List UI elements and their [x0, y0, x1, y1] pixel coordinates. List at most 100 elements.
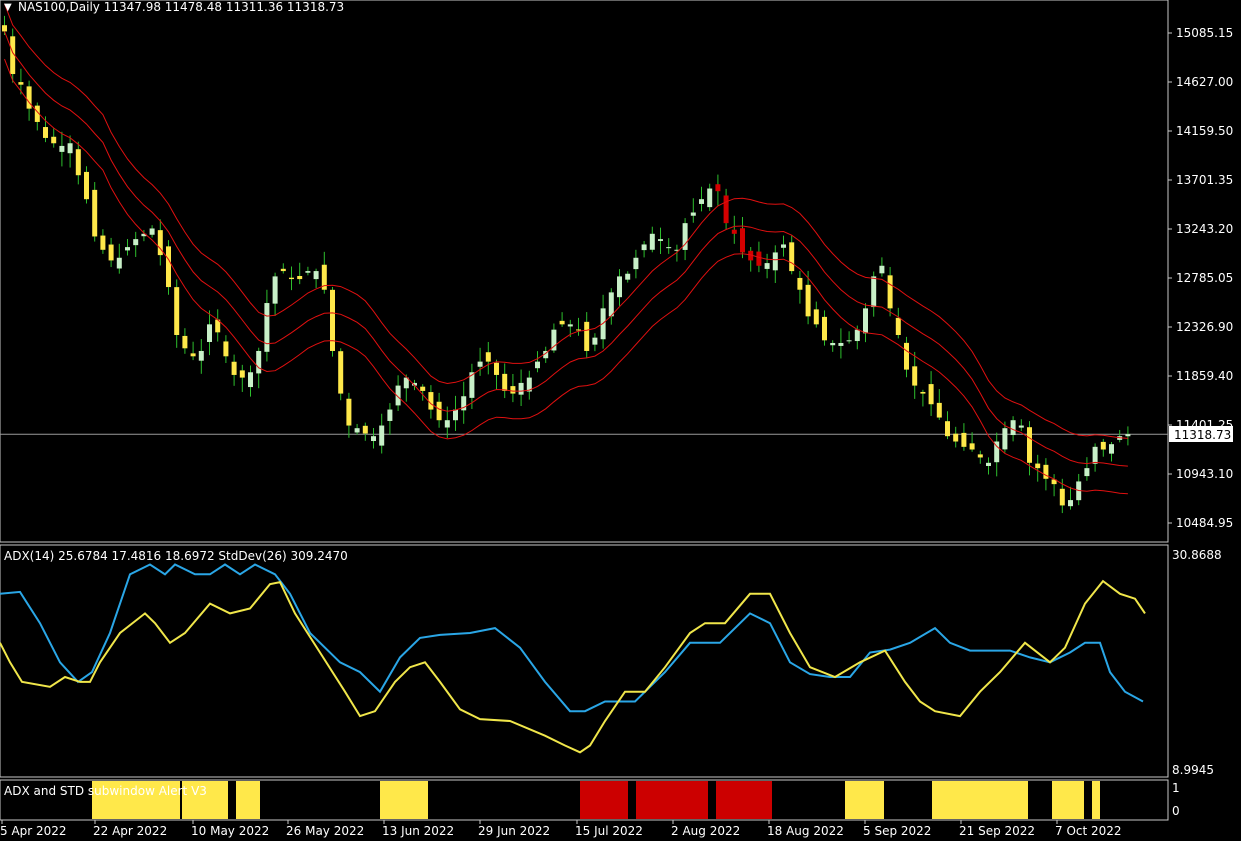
price-tick-label: 13701.35 — [1176, 173, 1233, 187]
envelope-upper — [4, 3, 1128, 439]
envelope-lower — [4, 58, 1128, 495]
candle-body — [592, 337, 598, 345]
candle-body — [781, 244, 786, 248]
candle-body — [1002, 428, 1008, 450]
dropdown-triangle-icon[interactable]: ▼ — [4, 2, 12, 13]
candle-body — [863, 308, 868, 334]
candle-body — [920, 391, 926, 394]
price-tick-label: 14159.50 — [1176, 124, 1233, 138]
candle-body — [608, 292, 614, 317]
candle-body — [133, 239, 139, 246]
candle-body — [928, 384, 934, 405]
candle-body — [830, 342, 836, 346]
price-tick-label: 14627.00 — [1176, 75, 1233, 89]
candle-body — [1068, 500, 1073, 507]
candle-body — [1027, 427, 1032, 463]
candle-body — [248, 372, 253, 388]
candle-body — [75, 149, 81, 176]
date-tick-label: 18 Aug 2022 — [767, 824, 844, 838]
candle-body — [871, 276, 877, 308]
candle-body — [838, 342, 844, 346]
chart-canvas[interactable]: ▼ NAS100,Daily 11347.98 11478.48 11311.3… — [0, 0, 1241, 841]
candle-body — [961, 432, 967, 447]
candle-body — [174, 287, 180, 335]
candle-body — [567, 324, 573, 327]
candle-body — [535, 361, 540, 369]
alert-block-yellow — [1092, 781, 1100, 819]
price-tick-label: 13243.20 — [1176, 222, 1233, 236]
candle-body — [641, 244, 647, 251]
candle-body — [977, 454, 983, 458]
candle-body — [182, 335, 188, 349]
candle-body — [649, 233, 655, 250]
candle-body — [740, 228, 745, 253]
candle-body — [1125, 434, 1131, 437]
candle-body — [100, 235, 106, 250]
adx-scale-bottom: 8.9945 — [1172, 763, 1214, 777]
candle-body — [420, 386, 426, 391]
candle-body — [1100, 441, 1106, 450]
candle-body — [264, 303, 270, 352]
candle-body — [108, 244, 114, 261]
candle-body — [1035, 463, 1041, 469]
alert-scale-bottom: 0 — [1172, 804, 1180, 818]
stddev-yellow-line — [0, 579, 1146, 754]
candle-body — [485, 352, 491, 362]
date-tick-label: 13 Jun 2022 — [382, 824, 454, 838]
candle-body — [969, 443, 975, 450]
candle-body — [945, 421, 950, 437]
alert-header: ADX and STD subwindow Alert V3 — [4, 784, 207, 798]
candle-body — [2, 25, 7, 32]
date-tick-label: 29 Jun 2022 — [478, 824, 550, 838]
candle-body — [953, 433, 959, 442]
candle-body — [272, 276, 278, 304]
candle-body — [658, 239, 663, 241]
candle-body — [617, 276, 622, 298]
candle-body — [1059, 488, 1065, 506]
candle-body — [846, 340, 852, 342]
candle-body — [797, 277, 803, 290]
alert-scale-top: 1 — [1172, 781, 1180, 795]
alert-plot-area[interactable] — [92, 781, 1100, 819]
candle-body — [707, 188, 713, 208]
adx-scale-top: 30.8688 — [1172, 548, 1222, 562]
candle-body — [805, 284, 811, 317]
candle-body — [854, 329, 860, 342]
candle-body — [51, 136, 57, 144]
candle-body — [576, 329, 581, 331]
candle-body — [477, 361, 483, 367]
candle-body — [149, 228, 155, 235]
candle-body — [904, 342, 909, 370]
adx-blue-line — [0, 563, 1144, 713]
alert-block-yellow — [932, 781, 1028, 819]
main-plot-area[interactable] — [0, 3, 1168, 514]
symbol-header: NAS100,Daily 11347.98 11478.48 11311.36 … — [18, 0, 344, 14]
alert-block-yellow — [380, 781, 428, 819]
alert-block-yellow — [236, 781, 260, 819]
candle-body — [256, 350, 262, 374]
candle-body — [379, 425, 385, 446]
candle-body — [18, 82, 24, 85]
price-tick-label: 10484.95 — [1176, 516, 1233, 530]
alert-block-red — [580, 781, 628, 819]
candle-body — [1109, 444, 1114, 454]
candle-body — [207, 324, 212, 342]
candle-body — [772, 252, 778, 271]
candle-body — [887, 275, 893, 309]
candle-body — [559, 320, 565, 325]
candle-body — [789, 242, 795, 272]
candle-body — [1084, 468, 1090, 477]
candle-body — [444, 420, 450, 428]
adx-plot-area[interactable] — [0, 563, 1146, 754]
candle-body — [43, 127, 48, 138]
candle-body — [280, 268, 286, 272]
candle-body — [584, 321, 590, 351]
candle-body — [518, 382, 524, 395]
date-tick-label: 2 Aug 2022 — [671, 824, 740, 838]
price-tick-label: 11859.40 — [1176, 369, 1233, 383]
candle-body — [731, 229, 737, 234]
adx-panel-frame — [0, 544, 1169, 778]
date-tick-label: 10 May 2022 — [191, 824, 269, 838]
alert-block-yellow — [1052, 781, 1084, 819]
candle-body — [92, 189, 98, 237]
